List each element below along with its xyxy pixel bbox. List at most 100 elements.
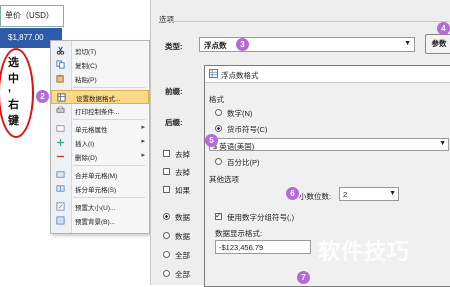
chevron-down-icon: ▼ [439, 140, 446, 147]
background-icon [56, 216, 65, 225]
option-checkbox-label: 如果 [175, 186, 190, 195]
panel-titlebar: 浮点数格式 [205, 66, 450, 83]
merge-icon [56, 171, 65, 178]
type-label: 类型: [165, 42, 183, 51]
prefix-label: 前缀: [165, 87, 183, 96]
number-radio-label: 数字(N) [227, 109, 253, 118]
option-checkbox[interactable] [163, 168, 170, 175]
option-radio[interactable] [163, 232, 170, 239]
decimal-places-label: 小数位数: [299, 192, 332, 201]
chevron-down-icon: ▼ [404, 40, 411, 47]
watermark: 软件技巧 [318, 239, 411, 264]
submenu-arrow-icon: ▸ [141, 152, 145, 159]
paste-icon [56, 74, 64, 83]
menu-item-split-cells[interactable]: 拆分单元格(S) [51, 182, 149, 196]
submenu-arrow-icon: ▸ [141, 124, 145, 131]
menu-item-paste[interactable]: 粘贴(P) [51, 72, 149, 86]
split-icon [56, 185, 65, 192]
option-radio[interactable] [163, 270, 170, 277]
decimal-places-select[interactable]: 2 ▼ [339, 187, 399, 201]
option-checkbox-label: 去掉 [175, 168, 190, 177]
annotation-char: 选 [8, 57, 19, 69]
group-separator-checkbox[interactable]: ✓ [215, 211, 222, 220]
menu-item-label: 粘贴(P) [75, 77, 97, 84]
selected-cell-text: $1,877.00 [8, 33, 44, 42]
option-checkbox[interactable] [163, 150, 170, 157]
suffix-label: 后缀: [165, 118, 183, 127]
menu-item-preset-size[interactable]: 预置大小(U)... [51, 200, 149, 214]
menu-item-label: 复制(C) [75, 63, 98, 70]
menu-separator [73, 87, 145, 88]
menu-item-preset-background[interactable]: 预置背景(B)... [51, 214, 149, 228]
menu-item-print-condition[interactable]: 打印控制条件... [51, 104, 149, 118]
menu-item-merge-cells[interactable]: 合并单元格(M) [51, 168, 149, 182]
step-badge: 6 [286, 187, 299, 200]
section-title: 选项 [159, 15, 174, 24]
decimal-places-value: 2 [343, 190, 348, 199]
menu-item-label: 打印控制条件... [75, 109, 120, 116]
size-icon [56, 202, 65, 211]
submenu-arrow-icon: ▸ [141, 138, 145, 145]
option-radio[interactable] [163, 251, 170, 258]
copy-icon [56, 60, 65, 69]
checkmark-icon: ✓ [215, 211, 222, 220]
menu-item-label: 设置数据格式... [76, 96, 121, 103]
step-badge: 7 [297, 271, 310, 284]
display-format-label: 数据显示格式: [215, 229, 263, 238]
step-badge: 3 [236, 38, 249, 51]
context-menu: 剪切(T) 复制(C) 粘贴(P) 设置数据格式... 打印控制条件... 单元… [50, 40, 150, 234]
option-radio-label: 全部 [175, 251, 190, 260]
menu-item-label: 删除(D) [75, 155, 98, 162]
menu-item-cell-properties[interactable]: 单元格属性 ▸ [51, 122, 149, 136]
currency-value: $ 英语(美国) [213, 141, 255, 151]
params-button[interactable]: 参数 [425, 34, 450, 54]
menu-item-delete[interactable]: 删除(D) ▸ [51, 150, 149, 164]
currency-radio[interactable] [215, 125, 222, 132]
header-cell-text: 单价（USD） [5, 11, 54, 20]
step-badge: 5 [205, 134, 218, 147]
insert-icon [56, 138, 65, 147]
menu-item-copy[interactable]: 复制(C) [51, 58, 149, 72]
menu-item-format-data[interactable]: 设置数据格式... [51, 90, 149, 104]
print-icon [56, 106, 65, 113]
menu-item-label: 拆分单元格(S) [75, 187, 117, 194]
format-label: 格式 [209, 95, 224, 104]
currency-select[interactable]: $ 英语(美国) ▼ [209, 138, 449, 151]
menu-item-label: 剪切(T) [75, 49, 97, 56]
menu-item-label: 单元格属性 [75, 127, 108, 134]
menu-separator [73, 119, 145, 120]
option-radio-label: 全部 [175, 270, 190, 279]
menu-item-label: 预置大小(U)... [75, 205, 116, 212]
params-button-label: 参数 [431, 39, 447, 48]
percent-radio[interactable] [215, 158, 222, 165]
percent-radio-label: 百分比(P) [227, 158, 260, 167]
menu-item-label: 合并单元格(M) [75, 173, 118, 180]
option-checkbox[interactable] [163, 186, 170, 193]
menu-item-insert[interactable]: 插入(I) ▸ [51, 136, 149, 150]
display-format-preview: -$123,456.79 [215, 240, 311, 254]
divider [159, 21, 449, 22]
number-radio[interactable] [215, 109, 222, 116]
type-value: 浮点数 [204, 41, 227, 50]
panel-title: 浮点数格式 [221, 71, 259, 80]
menu-separator [73, 197, 145, 198]
other-options-label: 其他选项 [209, 175, 239, 184]
option-radio[interactable] [163, 213, 170, 220]
menu-item-label: 预置背景(B)... [75, 219, 116, 226]
menu-item-cut[interactable]: 剪切(T) [51, 44, 149, 58]
currency-radio-label: 货币符号(C) [227, 125, 268, 134]
menu-separator [73, 165, 145, 166]
table-icon [209, 69, 218, 78]
option-checkbox-label: 去掉 [175, 150, 190, 159]
chevron-down-icon: ▼ [389, 190, 396, 197]
display-format-value: -$123,456.79 [219, 243, 264, 252]
header-cell[interactable]: 单价（USD） [0, 5, 64, 27]
annotation-char: 右 [8, 99, 19, 111]
menu-item-label: 插入(I) [75, 141, 95, 148]
format-icon [57, 93, 66, 102]
delete-icon [56, 155, 65, 158]
scissors-icon [56, 46, 65, 55]
annotation-char: 键 [8, 115, 19, 127]
type-select[interactable]: 浮点数 ▼ [199, 37, 415, 52]
option-radio-label: 数据 [175, 213, 190, 222]
